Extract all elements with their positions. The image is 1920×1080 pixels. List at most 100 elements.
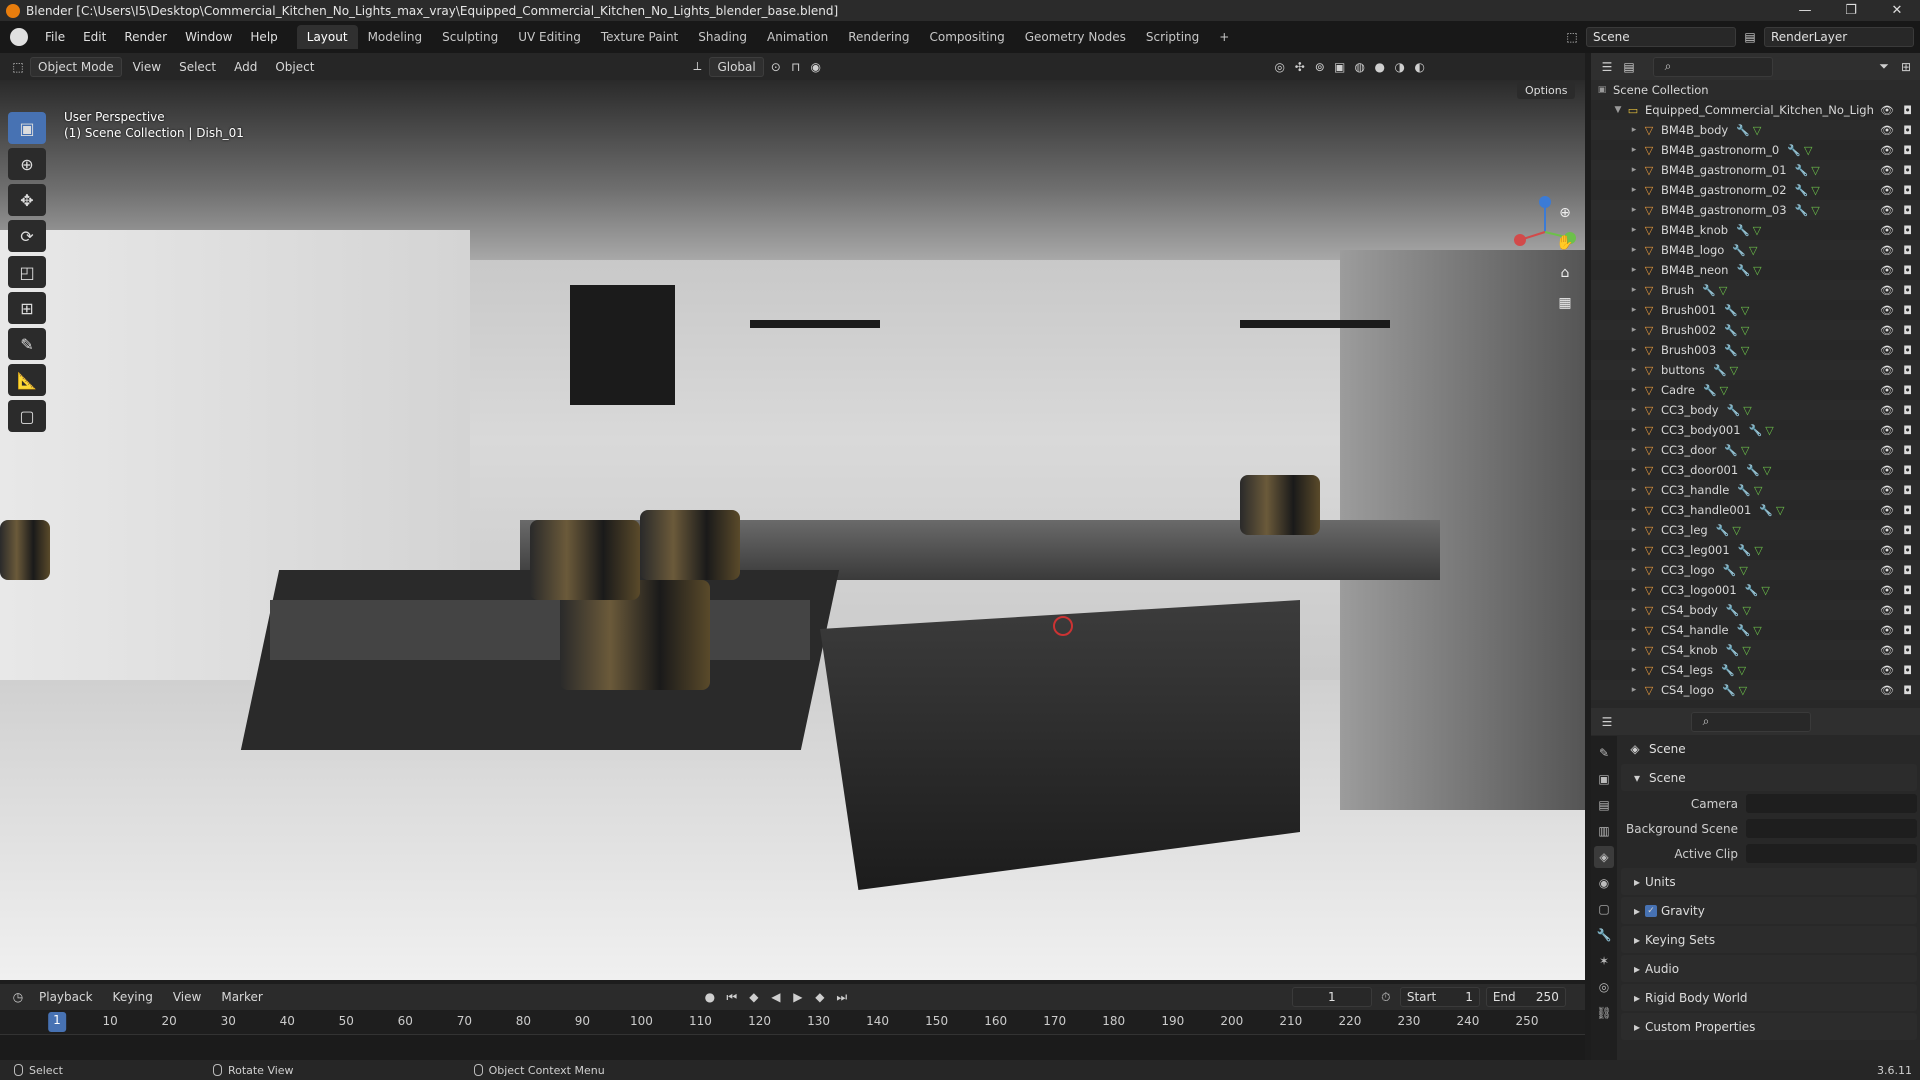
new-collection-icon[interactable]: ⊞ xyxy=(1898,59,1914,75)
play-reverse-icon[interactable]: ◀ xyxy=(768,989,784,1005)
outliner-object-row[interactable]: ▸ ▽ Brush 🔧 ▽ 👁 ◘ xyxy=(1591,280,1920,300)
physics-tab-icon[interactable]: ◎ xyxy=(1594,976,1614,998)
tab-texture-paint[interactable]: Texture Paint xyxy=(591,25,688,49)
select-box-tool-icon[interactable]: ▣ xyxy=(8,112,46,144)
maximize-button[interactable]: ❐ xyxy=(1828,3,1874,18)
outliner-object-row[interactable]: ▸ ▽ CC3_door001 🔧 ▽ 👁 ◘ xyxy=(1591,460,1920,480)
chevron-right-icon[interactable]: ▸ xyxy=(1627,425,1641,435)
jump-start-icon[interactable]: ⏮ xyxy=(724,989,740,1005)
outliner-object-row[interactable]: ▸ ▽ BM4B_body 🔧 ▽ 👁 ◘ xyxy=(1591,120,1920,140)
outliner-object-row[interactable]: ▸ ▽ CS4_body 🔧 ▽ 👁 ◘ xyxy=(1591,600,1920,620)
editor-type-icon[interactable]: ⬚ xyxy=(10,59,26,75)
render-camera-icon[interactable]: ◘ xyxy=(1903,604,1912,617)
chevron-right-icon[interactable]: ▸ xyxy=(1627,265,1641,275)
custom-properties-panel[interactable]: ▸ Custom Properties xyxy=(1621,1013,1917,1040)
pan-hand-icon[interactable]: ✋ xyxy=(1552,230,1578,256)
annotate-tool-icon[interactable]: ✎ xyxy=(8,328,46,360)
transform-tool-icon[interactable]: ⊞ xyxy=(8,292,46,324)
timeline-track[interactable] xyxy=(0,1034,1585,1060)
orientation-dropdown[interactable]: Global xyxy=(709,56,764,77)
close-button[interactable]: ✕ xyxy=(1874,3,1920,18)
render-tab-icon[interactable]: ▣ xyxy=(1594,768,1614,790)
rotate-tool-icon[interactable]: ⟳ xyxy=(8,220,46,252)
eye-icon[interactable]: 👁 xyxy=(1880,484,1894,497)
eye-icon[interactable]: 👁 xyxy=(1880,364,1894,377)
eye-icon[interactable]: 👁 xyxy=(1880,684,1894,697)
overlay-icon[interactable]: ⊚ xyxy=(1312,59,1328,75)
eye-icon[interactable]: 👁 xyxy=(1880,464,1894,477)
display-mode-icon[interactable]: ▤ xyxy=(1621,59,1637,75)
render-camera-icon[interactable]: ◘ xyxy=(1903,164,1912,177)
background-scene-field[interactable] xyxy=(1746,819,1917,838)
eye-icon[interactable]: 👁 xyxy=(1880,184,1894,197)
menu-view[interactable]: View xyxy=(126,58,168,76)
play-icon[interactable]: ▶ xyxy=(790,989,806,1005)
gizmo-icon[interactable]: ✣ xyxy=(1292,59,1308,75)
options-button[interactable]: Options xyxy=(1517,82,1576,99)
chevron-right-icon[interactable]: ▸ xyxy=(1627,385,1641,395)
chevron-right-icon[interactable]: ▸ xyxy=(1627,485,1641,495)
tab-shading[interactable]: Shading xyxy=(688,25,757,49)
eye-icon[interactable]: 👁 xyxy=(1880,624,1894,637)
eye-icon[interactable]: 👁 xyxy=(1880,164,1894,177)
outliner-object-row[interactable]: ▸ ▽ CS4_knob 🔧 ▽ 👁 ◘ xyxy=(1591,640,1920,660)
render-camera-icon[interactable]: ◘ xyxy=(1903,264,1912,277)
end-frame-field[interactable]: End 250 xyxy=(1485,987,1566,1007)
tab-modeling[interactable]: Modeling xyxy=(358,25,433,49)
render-camera-icon[interactable]: ◘ xyxy=(1903,464,1912,477)
eye-icon[interactable]: 👁 xyxy=(1880,204,1894,217)
chevron-right-icon[interactable]: ▸ xyxy=(1627,545,1641,555)
chevron-right-icon[interactable]: ▸ xyxy=(1627,145,1641,155)
render-camera-icon[interactable]: ◘ xyxy=(1903,584,1912,597)
active-clip-field[interactable] xyxy=(1746,844,1917,863)
outliner-object-row[interactable]: ▸ ▽ CC3_body001 🔧 ▽ 👁 ◘ xyxy=(1591,420,1920,440)
chevron-right-icon[interactable]: ▸ xyxy=(1627,205,1641,215)
snap-icon[interactable]: ⊓ xyxy=(788,59,804,75)
blender-menu-icon[interactable] xyxy=(10,28,28,46)
render-camera-icon[interactable]: ◘ xyxy=(1903,384,1912,397)
wireframe-shading-icon[interactable]: ◍ xyxy=(1352,59,1368,75)
audio-panel[interactable]: ▸ Audio xyxy=(1621,955,1917,982)
outliner-object-row[interactable]: ▸ ▽ CC3_logo 🔧 ▽ 👁 ◘ xyxy=(1591,560,1920,580)
render-camera-icon[interactable]: ◘ xyxy=(1903,364,1912,377)
eye-icon[interactable]: 👁 xyxy=(1880,244,1894,257)
visibility-icon[interactable]: ◎ xyxy=(1272,59,1288,75)
outliner-object-row[interactable]: ▸ ▽ CC3_handle001 🔧 ▽ 👁 ◘ xyxy=(1591,500,1920,520)
properties-editor-icon[interactable]: ☰ xyxy=(1599,714,1615,730)
render-camera-icon[interactable]: ◘ xyxy=(1903,284,1912,297)
eye-icon[interactable]: 👁 xyxy=(1880,504,1894,517)
rendered-shading-icon[interactable]: ◐ xyxy=(1412,59,1428,75)
render-camera-icon[interactable]: ◘ xyxy=(1903,124,1912,137)
object-tab-icon[interactable]: ▢ xyxy=(1594,898,1614,920)
chevron-right-icon[interactable]: ▸ xyxy=(1627,625,1641,635)
measure-tool-icon[interactable]: 📐 xyxy=(8,364,46,396)
render-camera-icon[interactable]: ◘ xyxy=(1903,324,1912,337)
filter-icon[interactable]: ⏷ xyxy=(1876,59,1892,75)
chevron-right-icon[interactable]: ▸ xyxy=(1627,245,1641,255)
outliner-object-row[interactable]: ▸ ▽ buttons 🔧 ▽ 👁 ◘ xyxy=(1591,360,1920,380)
add-cube-tool-icon[interactable]: ▢ xyxy=(8,400,46,432)
menu-keying[interactable]: Keying xyxy=(106,988,160,1006)
outliner-collection-row[interactable]: ▼ ▭ Equipped_Commercial_Kitchen_No_Ligh … xyxy=(1591,100,1920,120)
menu-render[interactable]: Render xyxy=(115,30,176,44)
outliner-object-row[interactable]: ▸ ▽ CS4_legs 🔧 ▽ 👁 ◘ xyxy=(1591,660,1920,680)
eye-icon[interactable]: 👁 xyxy=(1880,444,1894,457)
render-camera-icon[interactable]: ◘ xyxy=(1903,524,1912,537)
menu-playback[interactable]: Playback xyxy=(32,988,100,1006)
render-camera-icon[interactable]: ◘ xyxy=(1903,144,1912,157)
chevron-right-icon[interactable]: ▸ xyxy=(1627,365,1641,375)
mode-dropdown[interactable]: Object Mode xyxy=(30,56,122,77)
scene-panel-header[interactable]: ▾ Scene xyxy=(1621,764,1917,791)
tab-compositing[interactable]: Compositing xyxy=(919,25,1014,49)
eye-icon[interactable]: 👁 xyxy=(1880,324,1894,337)
current-frame-field[interactable]: 1 xyxy=(1291,987,1372,1007)
eye-icon[interactable]: 👁 xyxy=(1880,104,1894,117)
eye-icon[interactable]: 👁 xyxy=(1880,264,1894,277)
outliner-object-row[interactable]: ▸ ▽ Brush001 🔧 ▽ 👁 ◘ xyxy=(1591,300,1920,320)
prev-keyframe-icon[interactable]: ◆ xyxy=(746,989,762,1005)
render-camera-icon[interactable]: ◘ xyxy=(1903,404,1912,417)
eye-icon[interactable]: 👁 xyxy=(1880,664,1894,677)
chevron-right-icon[interactable]: ▸ xyxy=(1627,185,1641,195)
eye-icon[interactable]: 👁 xyxy=(1880,564,1894,577)
tab-uv-editing[interactable]: UV Editing xyxy=(508,25,591,49)
